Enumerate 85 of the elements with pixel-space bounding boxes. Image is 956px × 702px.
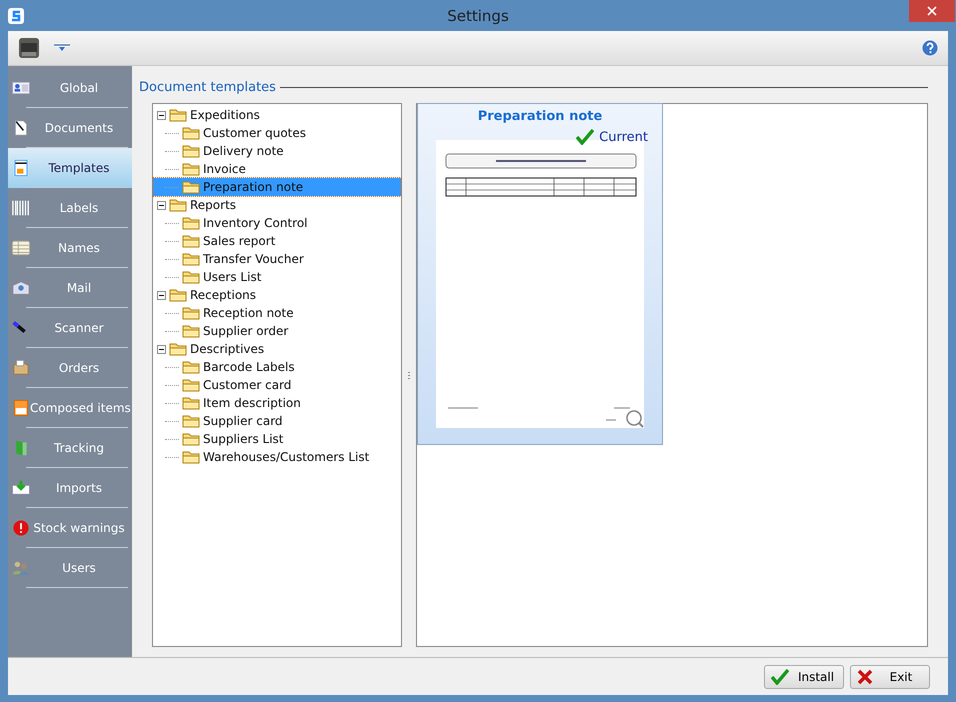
folder-icon [169, 198, 187, 212]
exit-button[interactable]: Exit [850, 664, 930, 688]
sidebar-item[interactable]: Composed items [8, 388, 132, 428]
tree-item[interactable]: Customer card [203, 378, 292, 392]
barcode-icon [12, 200, 30, 216]
tree-item[interactable]: Delivery note [203, 144, 284, 158]
tree-item[interactable]: Transfer Voucher [203, 252, 304, 266]
template-title: Preparation note [478, 109, 602, 124]
splitter-handle[interactable] [408, 372, 410, 378]
cross-icon [857, 668, 873, 684]
folder-icon [182, 216, 200, 230]
sidebar-item[interactable]: Tracking [8, 428, 132, 468]
box-icon [12, 360, 30, 376]
calendar-icon [12, 400, 30, 416]
folder-icon [182, 378, 200, 392]
selected-row[interactable]: Preparation note [153, 178, 401, 196]
sidebar-item[interactable]: Stock warnings [8, 508, 132, 548]
collapse-toggle[interactable] [157, 290, 166, 300]
tree-item[interactable]: Customer quotes [203, 126, 306, 140]
envelope-icon [12, 280, 30, 296]
tree-item[interactable]: Supplier card [203, 414, 283, 428]
tree-item[interactable]: Supplier order [203, 324, 288, 338]
tree-item[interactable]: Warehouses/Customers List [203, 450, 370, 464]
folder-icon [182, 162, 200, 176]
tree-item[interactable]: Reports [190, 198, 236, 212]
status-label: Current [599, 130, 648, 144]
close-icon [927, 6, 937, 16]
section-title: Document templates [139, 80, 276, 95]
folder-icon [182, 126, 200, 140]
folder-icon [182, 324, 200, 338]
collapse-toggle[interactable] [157, 200, 166, 210]
warning-icon [12, 520, 30, 536]
folder-icon [169, 108, 187, 122]
tree-item[interactable]: Sales report [203, 234, 276, 248]
checkmark-icon [771, 668, 789, 684]
help-button[interactable] [922, 40, 938, 56]
close-button[interactable] [909, 0, 955, 22]
folder-icon [182, 414, 200, 428]
folder-icon [182, 306, 200, 320]
folder-icon [182, 234, 200, 248]
app-logo-icon [8, 8, 24, 24]
document-pen-icon [12, 120, 30, 136]
sidebar-item[interactable]: Labels [8, 188, 132, 228]
users-icon [12, 560, 30, 576]
tree-item[interactable]: Reception note [203, 306, 294, 320]
id-card-icon [12, 80, 30, 96]
tree-item[interactable]: Item description [203, 396, 301, 410]
tree-item[interactable]: Suppliers List [203, 432, 284, 446]
template-icon [12, 160, 30, 176]
tree-item[interactable]: Inventory Control [203, 216, 308, 230]
tree-item[interactable]: Invoice [203, 162, 246, 176]
tree-item[interactable]: Receptions [190, 288, 256, 302]
folder-icon [182, 270, 200, 284]
tree-item[interactable]: Barcode Labels [203, 360, 295, 374]
sidebar-item[interactable]: Mail [8, 268, 132, 308]
window-title: Settings [447, 6, 509, 24]
sidebar-item[interactable]: Names [8, 228, 132, 268]
template-card[interactable]: Preparation note Current [417, 103, 663, 445]
tree-item[interactable]: Expeditions [190, 108, 260, 122]
folder-icon [169, 342, 187, 356]
tree-item[interactable]: Descriptives [190, 342, 264, 356]
folder-icon [182, 432, 200, 446]
folder-icon [182, 450, 200, 464]
collapse-toggle[interactable] [157, 110, 166, 120]
folder-icon [182, 144, 200, 158]
sidebar-item[interactable]: Documents [8, 108, 132, 148]
tree-item[interactable]: Users List [203, 270, 262, 284]
folder-icon [169, 288, 187, 302]
collapse-toggle[interactable] [157, 344, 166, 354]
install-button[interactable]: Install [764, 664, 844, 688]
sidebar-item[interactable]: Imports [8, 468, 132, 508]
folder-icon [182, 360, 200, 374]
sidebar-item[interactable]: Global [8, 68, 132, 108]
sidebar-item[interactable]: Orders [8, 348, 132, 388]
sidebar-item[interactable]: Scanner [8, 308, 132, 348]
sidebar-item[interactable]: Templates [8, 148, 132, 188]
import-icon [12, 480, 30, 496]
tree-item[interactable]: Preparation note [203, 180, 304, 194]
device-button[interactable] [18, 37, 40, 59]
sidebar-item[interactable]: Users [8, 548, 132, 588]
folder-icon [182, 180, 200, 194]
folder-icon [182, 396, 200, 410]
table-icon [12, 240, 30, 256]
folder-icon [182, 252, 200, 266]
dropdown-button[interactable] [54, 44, 70, 52]
